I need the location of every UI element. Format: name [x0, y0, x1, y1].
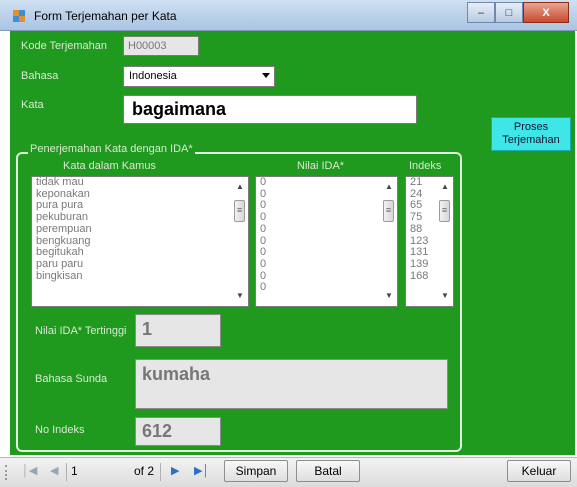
- list-item[interactable]: 168: [410, 270, 435, 283]
- batal-button[interactable]: Batal: [296, 460, 360, 482]
- close-icon: X: [542, 6, 550, 19]
- nilai-ida-header: Nilai IDA*: [297, 160, 345, 172]
- scroll-down-icon[interactable]: ▼: [438, 289, 452, 303]
- close-button[interactable]: X: [523, 2, 569, 23]
- title-bar: Form Terjemahan per Kata – □ X: [0, 0, 577, 31]
- bahasa-label: Bahasa: [21, 70, 59, 82]
- list-item[interactable]: 88: [410, 223, 435, 236]
- list-item[interactable]: 0: [260, 177, 379, 189]
- indeks-header: Indeks: [409, 160, 442, 172]
- kata-kamus-listbox[interactable]: tidak mau keponakan pura pura pekuburan pere…: [31, 176, 249, 307]
- scroll-thumb[interactable]: ≡: [383, 200, 394, 222]
- indeks-items: 21 24 65 75 88 123 131 139 168: [410, 177, 435, 282]
- scroll-up-icon[interactable]: ▲: [382, 180, 396, 194]
- list-item[interactable]: 0: [260, 188, 379, 201]
- kata-input-value: bagaimana: [132, 99, 227, 119]
- bahasa-sunda-value: kumaha: [142, 364, 211, 384]
- move-first-icon[interactable]: │◀: [22, 464, 37, 477]
- minimize-button[interactable]: –: [467, 2, 495, 23]
- list-item[interactable]: 0: [260, 247, 379, 259]
- indeks-listbox[interactable]: 21 24 65 75 88 123 131 139 168 ▲ ≡ ▼: [405, 176, 454, 307]
- proses-terjemahan-button[interactable]: Proses Terjemahan: [491, 117, 571, 151]
- keluar-button[interactable]: Keluar: [507, 460, 571, 482]
- toolbar-grip[interactable]: [5, 465, 10, 480]
- list-item[interactable]: 0: [260, 282, 379, 294]
- groupbox-title: Penerjemahan Kata dengan IDA*: [28, 143, 195, 155]
- list-item[interactable]: paru paru: [36, 258, 230, 271]
- no-indeks-label: No Indeks: [35, 424, 85, 436]
- move-last-icon[interactable]: ▶│: [194, 464, 209, 477]
- list-item[interactable]: 0: [260, 211, 379, 224]
- nilai-tertinggi-label: Nilai IDA* Tertinggi: [35, 325, 127, 337]
- form-client-area: Kode Terjemahan H00003 Bahasa Indonesia …: [10, 31, 575, 455]
- minimize-icon: –: [477, 6, 485, 19]
- no-indeks-value: 612: [142, 421, 173, 441]
- list-item[interactable]: bingkisan: [36, 270, 230, 283]
- proses-label-line1: Proses: [513, 121, 549, 133]
- list-item[interactable]: 0: [260, 235, 379, 248]
- record-count: of 2: [134, 464, 155, 478]
- no-indeks-field[interactable]: 612: [135, 417, 221, 446]
- scroll-down-icon[interactable]: ▼: [233, 289, 247, 303]
- kata-kamus-scrollbar[interactable]: ▲ ≡ ▼: [233, 178, 247, 305]
- bahasa-select[interactable]: Indonesia: [123, 66, 275, 87]
- separator: [160, 463, 161, 481]
- separator: [66, 463, 67, 481]
- window-title: Form Terjemahan per Kata: [34, 9, 177, 23]
- kode-terjemahan-field[interactable]: H00003: [123, 36, 199, 56]
- list-item[interactable]: 21: [410, 177, 435, 189]
- binding-navigator: │◀ ◀ 1 of 2 ▶ ▶│ Simpan Batal Keluar: [0, 457, 577, 487]
- list-item[interactable]: 0: [260, 223, 379, 236]
- kata-input[interactable]: bagaimana: [123, 95, 417, 124]
- scroll-down-icon[interactable]: ▼: [382, 289, 396, 303]
- kata-label: Kata: [21, 99, 44, 111]
- position-input[interactable]: 1: [71, 464, 78, 478]
- bahasa-selected-value: Indonesia: [129, 70, 177, 82]
- indeks-scrollbar[interactable]: ▲ ≡ ▼: [438, 178, 452, 305]
- nilai-ida-scrollbar[interactable]: ▲ ≡ ▼: [382, 178, 396, 305]
- proses-label-line2: Terjemahan: [502, 134, 560, 146]
- scroll-thumb[interactable]: ≡: [439, 200, 450, 222]
- maximize-button[interactable]: □: [495, 2, 523, 23]
- list-item[interactable]: 0: [260, 258, 379, 271]
- scroll-thumb[interactable]: ≡: [234, 200, 245, 222]
- nilai-tertinggi-field[interactable]: 1: [135, 314, 221, 347]
- move-next-icon[interactable]: ▶: [171, 464, 179, 477]
- list-item[interactable]: 0: [260, 200, 379, 212]
- chevron-down-icon: [262, 73, 270, 78]
- scroll-up-icon[interactable]: ▲: [233, 180, 247, 194]
- maximize-icon: □: [505, 6, 513, 19]
- bahasa-sunda-label: Bahasa Sunda: [35, 373, 108, 385]
- simpan-button[interactable]: Simpan: [224, 460, 288, 482]
- move-previous-icon[interactable]: ◀: [50, 464, 58, 477]
- list-item[interactable]: 139: [410, 258, 435, 271]
- nilai-tertinggi-value: 1: [142, 319, 153, 339]
- kode-terjemahan-value: H00003: [128, 40, 167, 52]
- app-form-icon: [13, 10, 25, 22]
- scroll-up-icon[interactable]: ▲: [438, 180, 452, 194]
- kata-dalam-kamus-header: Kata dalam Kamus: [63, 160, 156, 172]
- nilai-ida-items: 0000000000: [260, 177, 379, 294]
- bahasa-sunda-field[interactable]: kumaha: [135, 359, 448, 409]
- nilai-ida-listbox[interactable]: 0000000000 ▲ ≡ ▼: [255, 176, 398, 307]
- list-item[interactable]: 0: [260, 270, 379, 283]
- list-item[interactable]: tidak mau: [36, 177, 230, 189]
- kode-terjemahan-label: Kode Terjemahan: [21, 40, 108, 52]
- kata-kamus-items: tidak mau keponakan pura pura pekuburan pere…: [36, 177, 230, 282]
- list-item[interactable]: perempuan: [36, 223, 230, 236]
